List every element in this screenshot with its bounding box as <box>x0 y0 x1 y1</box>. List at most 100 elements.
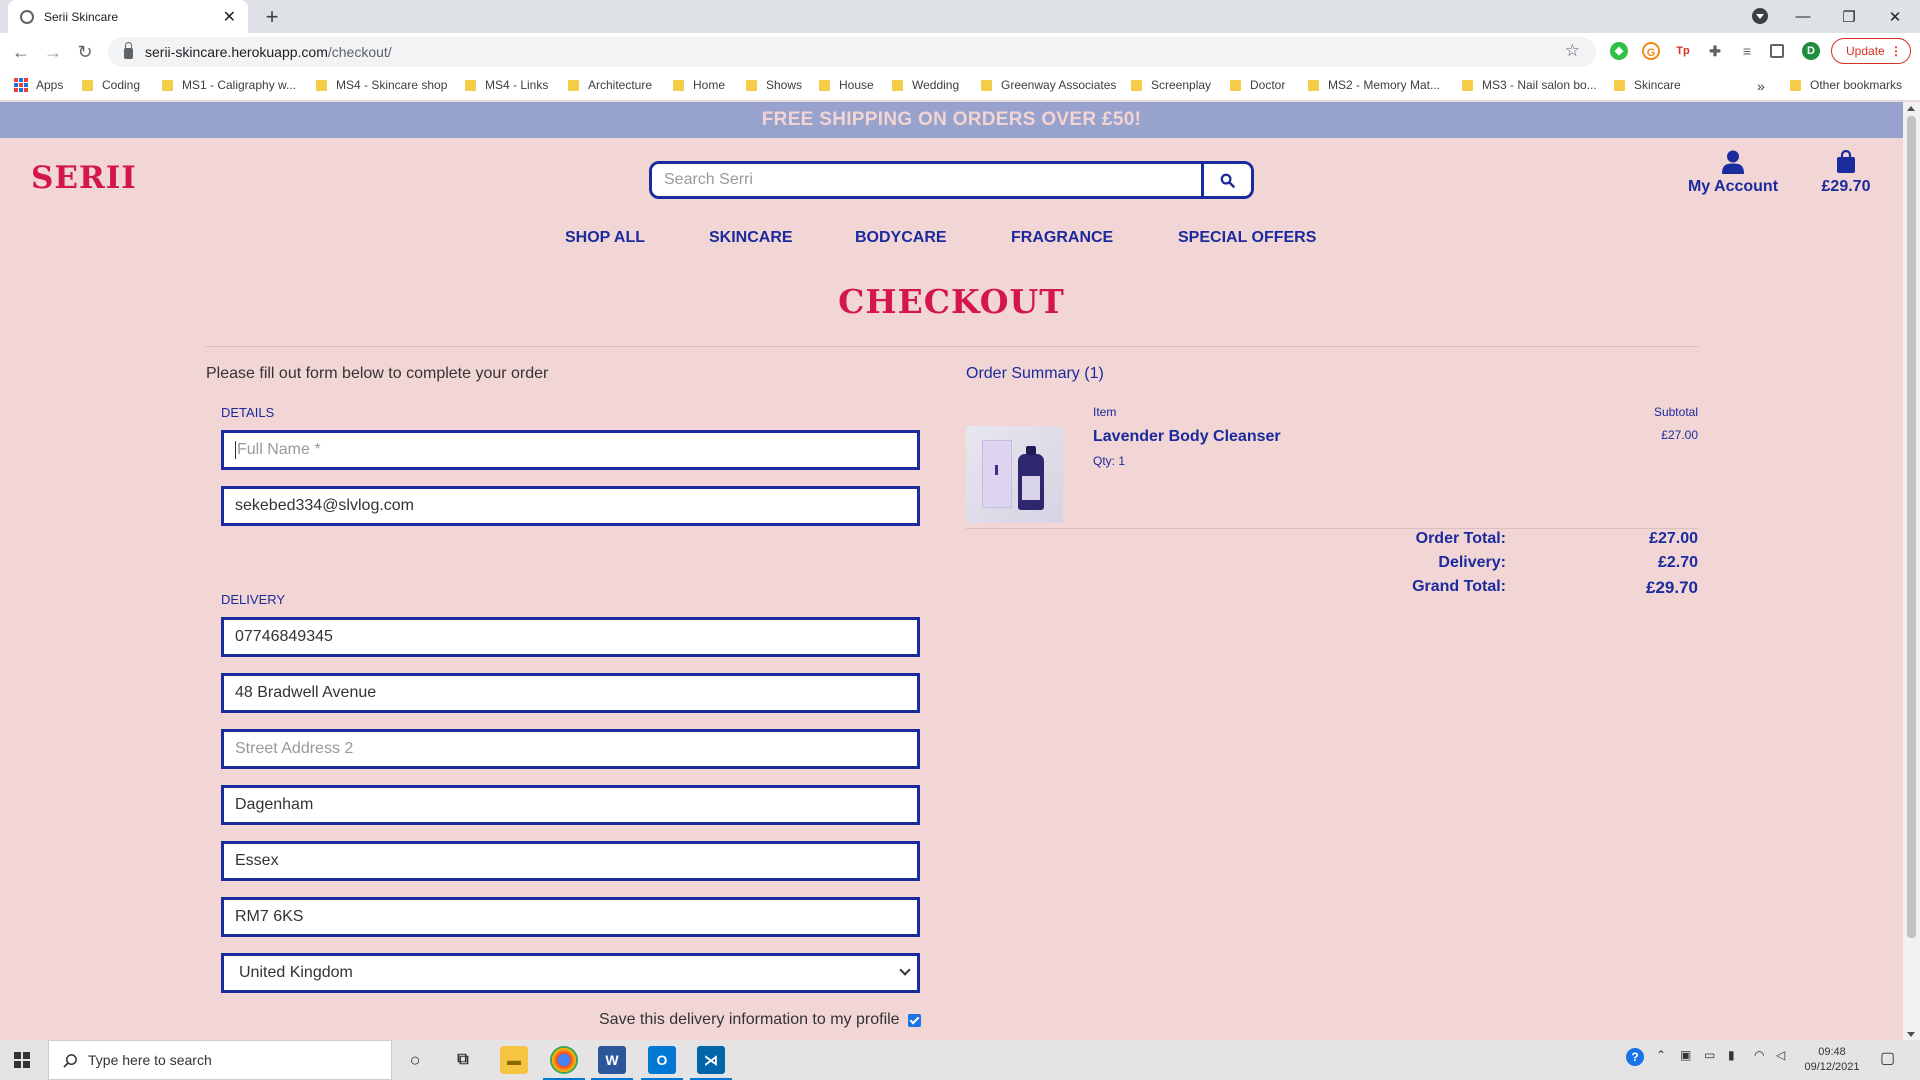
chevron-down-icon <box>899 964 911 976</box>
tab-search-icon[interactable] <box>1752 8 1768 24</box>
menu-dots-icon[interactable]: ⋮ <box>1890 44 1902 58</box>
taskbar-search-box[interactable]: Type here to search <box>48 1040 392 1080</box>
folder-icon <box>673 79 684 91</box>
scroll-up-arrow-icon[interactable] <box>1907 106 1915 111</box>
volume-icon[interactable]: ◁ <box>1776 1048 1785 1062</box>
shopping-bag-link[interactable]: £29.70 <box>1815 150 1877 196</box>
item-column-header: Item <box>1093 405 1117 419</box>
nav-fragrance[interactable]: FRAGRANCE <box>1011 229 1113 247</box>
save-info-checkbox[interactable] <box>907 1013 921 1027</box>
search-input[interactable] <box>652 164 1201 196</box>
county-field[interactable]: Essex <box>221 841 920 881</box>
forward-arrow-icon[interactable]: → <box>42 41 64 63</box>
full-name-field[interactable]: Full Name * <box>221 430 920 470</box>
site-logo[interactable]: SERII <box>31 160 137 196</box>
browser-tab[interactable]: Serii Skincare ✕ <box>8 0 248 33</box>
bookmark-folder[interactable]: Screenplay <box>1131 78 1211 92</box>
notifications-icon[interactable]: ▢ <box>1880 1048 1895 1068</box>
reading-list-icon[interactable]: ≡ <box>1738 42 1756 60</box>
bookmark-folder[interactable]: Doctor <box>1230 78 1285 92</box>
bookmark-folder[interactable]: MS4 - Links <box>465 78 548 92</box>
word-icon[interactable]: W <box>598 1046 626 1074</box>
cortana-icon[interactable]: ○ <box>401 1046 429 1074</box>
side-panel-icon[interactable] <box>1770 44 1784 58</box>
folder-icon <box>1230 79 1241 91</box>
phone-field[interactable]: 07746849345 <box>221 617 920 657</box>
profile-avatar[interactable]: D <box>1802 42 1820 60</box>
tray-chevron-up-icon[interactable]: ⌃ <box>1656 1048 1666 1062</box>
country-select[interactable]: United Kingdom <box>221 953 920 993</box>
scroll-down-arrow-icon[interactable] <box>1907 1032 1915 1037</box>
tab-close-icon[interactable]: ✕ <box>223 7 236 27</box>
bookmark-folder[interactable]: MS1 - Caligraphy w... <box>162 78 296 92</box>
street-address-1-field[interactable]: 48 Bradwell Avenue <box>221 673 920 713</box>
nav-skincare[interactable]: SKINCARE <box>709 229 793 247</box>
extensions-puzzle-icon[interactable]: ✚ <box>1706 42 1724 60</box>
order-summary-title: Order Summary (1) <box>966 365 1104 382</box>
browser-tab-strip: Serii Skincare ✕ + — ❐ ✕ <box>0 0 1920 33</box>
extension-tp-icon[interactable]: Tp <box>1674 42 1692 60</box>
task-view-icon[interactable]: ⧉ <box>449 1046 477 1074</box>
windows-start-icon[interactable] <box>14 1052 30 1068</box>
scrollbar-thumb[interactable] <box>1907 116 1916 938</box>
help-icon[interactable]: ? <box>1626 1048 1644 1066</box>
extension-grammarly-icon[interactable]: G <box>1642 42 1660 60</box>
tray-meet-icon[interactable]: ▣ <box>1680 1048 1691 1062</box>
nav-bodycare[interactable]: BODYCARE <box>855 229 947 247</box>
bookmark-folder[interactable]: House <box>819 78 874 92</box>
new-tab-button[interactable]: + <box>260 4 284 30</box>
town-field[interactable]: Dagenham <box>221 785 920 825</box>
bookmark-folder[interactable]: Skincare <box>1614 78 1681 92</box>
globe-icon <box>20 9 34 24</box>
street-address-2-field[interactable]: Street Address 2 <box>221 729 920 769</box>
email-field[interactable]: sekebed334@slvlog.com <box>221 486 920 526</box>
order-total-label: Order Total: <box>1415 530 1506 547</box>
nav-special-offers[interactable]: SPECIAL OFFERS <box>1178 229 1316 247</box>
bookmark-folder[interactable]: Architecture <box>568 78 652 92</box>
folder-icon <box>1614 79 1625 91</box>
more-bookmarks-chevron-icon[interactable]: » <box>1757 78 1765 94</box>
chrome-icon[interactable] <box>550 1046 578 1074</box>
product-image[interactable] <box>966 426 1063 523</box>
battery-icon[interactable]: ▮ <box>1728 1048 1735 1062</box>
reload-icon[interactable]: ↻ <box>74 41 96 63</box>
file-explorer-icon[interactable]: ▬ <box>500 1046 528 1074</box>
product-name[interactable]: Lavender Body Cleanser <box>1093 428 1281 446</box>
folder-icon <box>162 79 173 91</box>
page-title: CHECKOUT <box>838 282 1065 321</box>
bookmark-apps[interactable]: Apps <box>14 78 63 92</box>
address-bar[interactable]: serii-skincare.herokuapp.com/checkout/ ☆ <box>108 37 1596 67</box>
update-button[interactable]: Update ⋮ <box>1831 38 1911 64</box>
bookmark-folder[interactable]: MS4 - Skincare shop <box>316 78 447 92</box>
back-arrow-icon[interactable]: ← <box>10 41 32 63</box>
folder-icon <box>746 79 757 91</box>
order-total-value: £27.00 <box>1649 530 1698 547</box>
folder-icon <box>568 79 579 91</box>
bookmark-folder[interactable]: MS2 - Memory Mat... <box>1308 78 1440 92</box>
outlook-icon[interactable]: O <box>648 1046 676 1074</box>
taskbar-clock[interactable]: 09:48 09/12/2021 <box>1802 1045 1862 1075</box>
bookmark-folder[interactable]: Home <box>673 78 725 92</box>
taskbar-search-placeholder: Type here to search <box>88 1052 212 1068</box>
bookmark-folder[interactable]: MS3 - Nail salon bo... <box>1462 78 1597 92</box>
tray-display-icon[interactable]: ▭ <box>1704 1048 1715 1062</box>
page-scrollbar[interactable] <box>1903 102 1920 1042</box>
bookmark-folder[interactable]: Wedding <box>892 78 959 92</box>
other-bookmarks[interactable]: Other bookmarks <box>1790 78 1902 92</box>
bookmark-folder[interactable]: Coding <box>82 78 140 92</box>
search-button[interactable] <box>1201 164 1251 196</box>
subtotal-column-header: Subtotal <box>1653 405 1698 419</box>
close-window-button[interactable]: ✕ <box>1872 0 1918 33</box>
nav-shop-all[interactable]: SHOP ALL <box>565 229 645 247</box>
postcode-field[interactable]: RM7 6KS <box>221 897 920 937</box>
my-account-link[interactable]: My Account <box>1683 150 1783 196</box>
bookmark-folder[interactable]: Greenway Associates <box>981 78 1116 92</box>
minimize-button[interactable]: — <box>1780 0 1826 33</box>
wifi-icon[interactable]: ◠ <box>1754 1048 1764 1062</box>
bookmark-folder[interactable]: Shows <box>746 78 802 92</box>
restore-button[interactable]: ❐ <box>1826 0 1872 33</box>
search-icon <box>63 1053 77 1068</box>
bookmark-star-icon[interactable]: ☆ <box>1565 41 1580 61</box>
extension-green-icon[interactable]: ◆ <box>1610 42 1628 60</box>
vscode-icon[interactable]: ⋊ <box>697 1046 725 1074</box>
